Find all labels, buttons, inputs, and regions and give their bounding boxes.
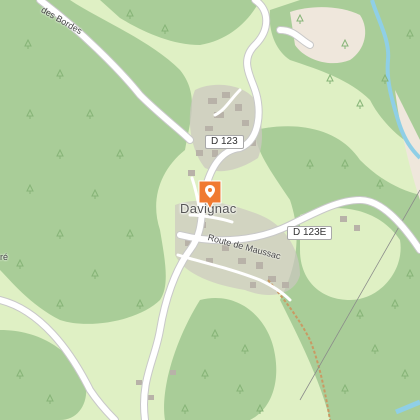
route-shield-d123: D 123: [205, 135, 244, 149]
map-pin-icon[interactable]: [198, 180, 222, 211]
edge-label-fragment: ré: [0, 252, 9, 262]
map-canvas[interactable]: des Bordes Route de Maussac ré D 123 D 1…: [0, 0, 420, 420]
route-shield-d123e: D 123E: [287, 226, 333, 240]
